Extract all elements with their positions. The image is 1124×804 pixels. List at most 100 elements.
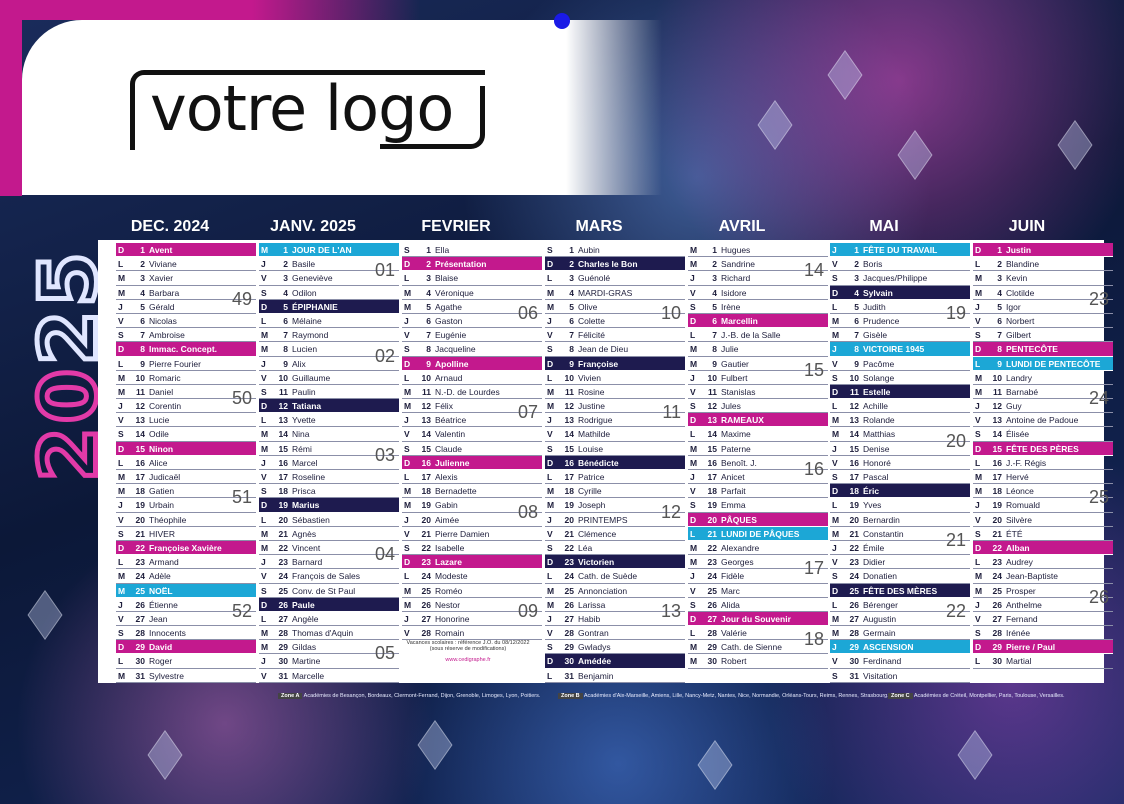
day-row: J 13 Béatrice 07 [402,403,542,428]
day-row: D 5 ÉPIPHANIE [259,299,399,314]
day-number: 10 [421,372,431,383]
zone-label: Zone C [888,693,913,699]
day-number: 8 [997,344,1002,355]
weekday-letter: D [404,457,411,468]
saint-name: Guillaume [292,372,331,383]
day-row: D 11 Estelle [830,384,970,400]
weekday-letter: D [975,344,982,355]
saint-name: Igor [1006,301,1021,312]
saint-name: Robert [721,656,747,667]
day-row: M 13 Rolande [830,413,970,428]
day-number: 29 [992,642,1002,653]
weekday-letter: J [832,642,837,653]
weekday-letter: M [261,245,269,255]
saint-name: Achille [863,401,889,412]
day-number: 2 [569,259,574,270]
day-row: V 24 François de Sales [259,569,399,584]
day-row: D 16 Julienne [402,455,542,470]
day-row: M 17 Judicaël [116,470,256,485]
weekday-letter: M [404,287,412,298]
day-row: V 21 Pierre Damien [402,527,542,541]
weekday-letter: V [975,514,981,525]
saint-name: LUNDI DE PÂQUES [721,528,800,539]
weekday-letter: S [975,528,981,539]
saint-name: Georges [721,557,754,568]
day-number: 26 [992,599,1002,610]
weekday-letter: J [690,472,695,482]
weekday-letter: M [690,656,698,667]
weekday-letter: S [547,344,553,355]
weekday-letter: D [832,287,839,298]
saint-name: Blandine [1006,259,1040,270]
saint-name: Valérie [721,628,747,639]
saint-name: Olive [578,301,598,312]
weekday-letter: J [832,344,837,355]
saint-name: Hervé [1006,472,1029,482]
day-number: 5 [283,301,288,312]
day-row: M 3 Kevin [973,271,1113,286]
saint-name: Émile [863,542,885,553]
day-row: M 14 Nina [259,427,399,442]
day-number: 6 [283,315,288,326]
day-row: M 15 Paterne [688,442,828,456]
week-number: 12 [660,501,681,522]
saint-name: Aubin [578,245,600,255]
saint-name: Clotilde [1006,287,1035,298]
saint-name: Rosine [578,386,605,397]
day-number: 11 [708,386,717,397]
day-number: 24 [707,571,717,582]
day-number: 25 [849,585,859,596]
day-number: 1 [140,245,145,255]
saint-name: Boris [863,259,883,270]
saint-name: Geneviève [292,273,333,284]
saint-name: Pascal [863,472,889,482]
weekday-letter: J [118,599,123,610]
day-row: V 4 Isidore [688,286,828,300]
weekday-letter: L [832,500,838,511]
day-number: 30 [135,656,145,667]
day-number: 9 [712,358,717,369]
day-number: 13 [278,415,288,426]
day-number: 25 [278,585,288,596]
day-row: D 8 Immac. Concept. [116,342,256,357]
day-number: 24 [278,571,288,582]
saint-name: Silvère [1006,514,1032,525]
saint-name: J.-B. de la Salle [721,330,781,341]
weekday-letter: S [261,386,267,397]
day-number: 2 [854,259,859,270]
day-number: 29 [278,642,288,653]
saint-name: Rodrigue [578,415,613,426]
saint-name: PRINTEMPS [578,514,628,525]
day-row: J 15 Denise 20 [830,431,970,456]
day-number: 19 [564,500,574,511]
saint-name: Bernardin [863,514,900,525]
weekday-letter: V [690,585,696,596]
saint-name: Odile [149,429,169,440]
saint-name: Louise [578,443,604,454]
saint-name: Emma [721,500,746,511]
weekday-letter: S [832,472,838,482]
weekday-letter: D [975,542,982,553]
day-row: M 21 Agnès [259,527,399,541]
saint-name: PÂQUES [721,514,757,525]
day-row: V 13 Antoine de Padoue [973,413,1113,428]
saint-name: Bérenger [863,599,898,610]
day-number: 14 [135,429,145,440]
saint-name: FÊTE DES PÈRES [1006,443,1079,454]
weekday-letter: J [547,514,552,525]
weekday-letter: M [547,401,555,412]
saint-name: Présentation [435,259,487,270]
saint-name: Élisée [1006,429,1030,440]
day-number: 5 [997,301,1002,312]
day-number: 4 [569,287,574,298]
month-title: FEVRIER [421,218,491,235]
saint-name: MARDI-GRAS [578,287,633,298]
weekday-letter: M [404,386,412,397]
month-title: AVRIL [718,218,766,235]
weekday-letter: L [404,273,410,284]
saint-name: Corentin [149,401,182,412]
day-row: M 24 Jean-Baptiste [973,569,1113,584]
day-row: V 20 Silvère [973,513,1113,527]
day-number: 27 [135,613,145,624]
day-number: 20 [992,514,1002,525]
